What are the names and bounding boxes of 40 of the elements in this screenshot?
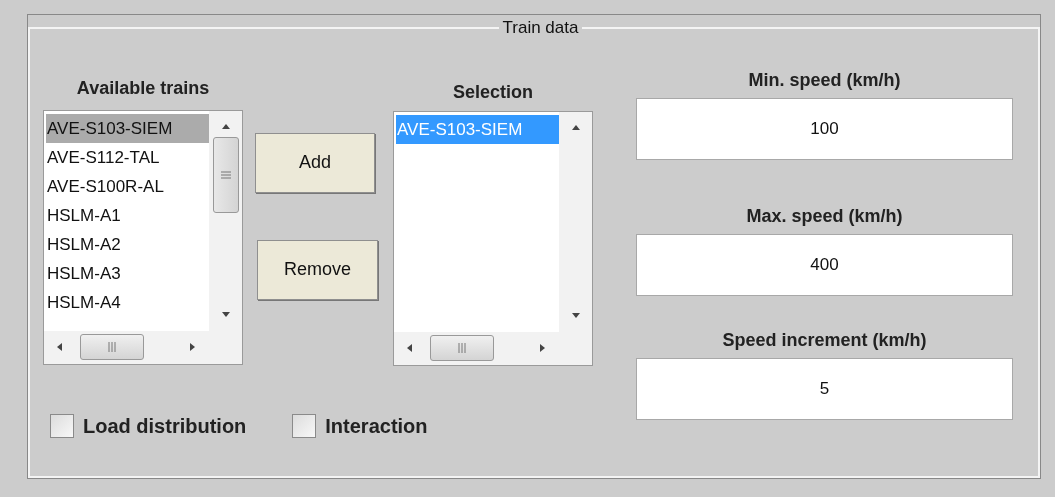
vertical-scrollbar[interactable]	[209, 110, 242, 331]
field-label: Max. speed (km/h)	[745, 204, 904, 228]
remove-button[interactable]: Remove	[257, 239, 378, 300]
add-button[interactable]: Add	[255, 132, 375, 193]
scroll-right-icon[interactable]	[189, 343, 197, 351]
input-field[interactable]: 5	[636, 357, 1013, 420]
scroll-down-icon[interactable]	[571, 311, 580, 320]
scroll-thumb[interactable]	[80, 334, 144, 360]
scroll-up-icon[interactable]	[571, 123, 580, 132]
list-item[interactable]: HSLM-A1	[46, 200, 209, 230]
checkbox-label: Interaction	[325, 413, 428, 439]
grip-icon	[107, 341, 117, 353]
list-item[interactable]: AVE-S112-TAL	[46, 142, 209, 172]
scroll-down-icon[interactable]	[221, 310, 230, 319]
checkbox[interactable]	[292, 413, 317, 438]
list-label: Selection	[452, 80, 534, 104]
grip-icon	[457, 342, 467, 354]
field-label: Min. speed (km/h)	[747, 68, 902, 92]
scroll-up-icon[interactable]	[221, 122, 230, 131]
list-label: Available trains	[75, 76, 211, 100]
panel-title: Train data	[501, 17, 580, 39]
list-item[interactable]: HSLM-A2	[46, 229, 209, 259]
field-label: Speed increment (km/h)	[721, 328, 928, 352]
grip-icon	[219, 169, 232, 180]
scroll-thumb[interactable]	[430, 335, 494, 361]
scroll-left-icon[interactable]	[56, 343, 64, 351]
vertical-scrollbar[interactable]	[559, 111, 592, 332]
horizontal-scrollbar[interactable]	[394, 331, 559, 365]
scroll-thumb[interactable]	[212, 136, 239, 213]
checkbox[interactable]	[50, 413, 74, 438]
horizontal-scrollbar[interactable]	[44, 330, 209, 364]
checkbox-label: Load distribution	[83, 413, 247, 439]
list-item[interactable]: AVE-S103-SIEM	[46, 113, 209, 143]
scroll-right-icon[interactable]	[539, 344, 547, 352]
list-item[interactable]: AVE-S100R-AL	[46, 171, 209, 201]
input-field[interactable]: 100	[636, 97, 1013, 160]
scroll-left-icon[interactable]	[406, 344, 414, 352]
list-item[interactable]: HSLM-A3	[46, 258, 209, 288]
list-item[interactable]: HSLM-A4	[46, 287, 209, 317]
input-field[interactable]: 400	[636, 233, 1013, 296]
